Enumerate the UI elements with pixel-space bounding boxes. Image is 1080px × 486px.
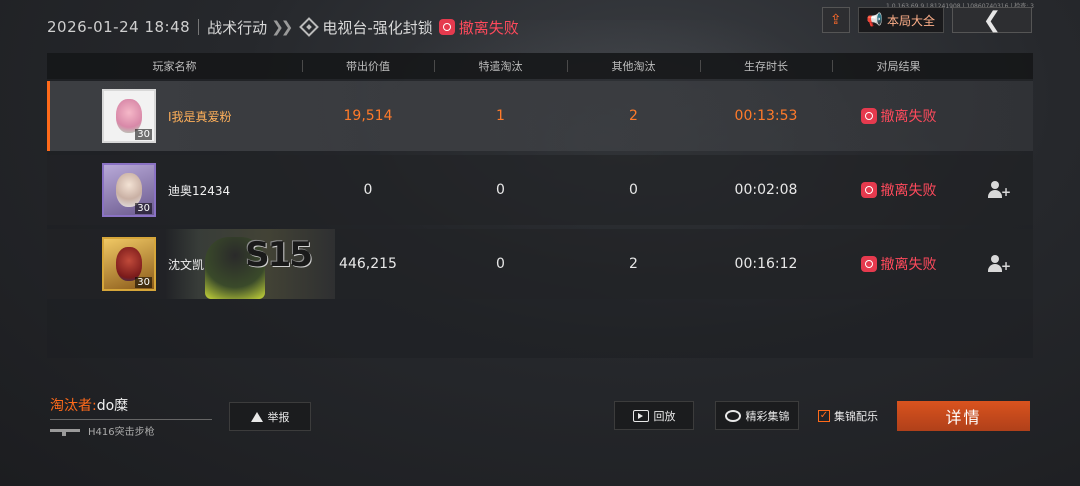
detail-label: 详情 — [945, 408, 982, 427]
col-value: 带出价值 — [302, 58, 434, 74]
bgm-checkbox[interactable]: ✓ — [818, 410, 830, 422]
killer-label: 淘汰者: — [50, 398, 97, 414]
killer-info: 淘汰者:do糜 — [50, 395, 212, 420]
top-toolbar: ⇪ 📢 本局大全 ❮ — [821, 7, 1032, 33]
player-name: I我是真爱粉 — [168, 109, 232, 124]
col-other-kills: 其他淘汰 — [567, 58, 700, 74]
match-result: 撤离失败 — [438, 17, 519, 38]
killer-weapon: H416突击步枪 — [50, 423, 155, 438]
avatar[interactable]: 30 — [102, 237, 156, 291]
table-row[interactable]: 30 迪奥12434 0 0 0 00:02:08 撤离失败 + — [47, 155, 1033, 225]
player-cell: 30 迪奥12434 — [47, 155, 302, 225]
header-divider — [198, 19, 200, 35]
survival-time: 00:16:12 — [734, 256, 798, 272]
table-row[interactable]: 30 I我是真爱粉 19,514 1 2 00:13:53 撤离失败 — [47, 81, 1033, 151]
replay-label: 回放 — [653, 409, 676, 423]
highlights-button[interactable]: 精彩集锦 — [715, 401, 799, 430]
add-friend-icon[interactable]: + — [987, 180, 1011, 200]
bgm-label: 集锦配乐 — [834, 410, 878, 423]
player-cell: S15 30 沈文凯 — [47, 229, 335, 299]
share-icon: ⇪ — [829, 12, 842, 28]
special-kills: 0 — [496, 182, 505, 198]
player-name: 沈文凯 — [168, 257, 205, 272]
back-button[interactable]: ❮ — [952, 7, 1032, 33]
match-datetime: 2026-01-24 18:48 — [47, 18, 191, 36]
result-cell: 撤离失败 — [832, 254, 965, 274]
share-button[interactable]: ⇪ — [821, 7, 850, 33]
rifle-icon — [50, 427, 80, 436]
play-icon — [632, 409, 649, 422]
col-survival: 生存时长 — [700, 58, 832, 74]
result-cell: 撤离失败 — [832, 180, 965, 200]
col-result: 对局结果 — [832, 58, 965, 74]
special-kills: 1 — [496, 108, 505, 124]
report-button[interactable]: 举报 — [229, 402, 311, 431]
actions-cell: + — [965, 254, 1033, 274]
col-special-kills: 特遣淘汰 — [434, 58, 567, 74]
player-level: 30 — [135, 203, 152, 214]
warning-icon — [250, 411, 263, 422]
avatar-image — [116, 99, 142, 133]
survival-time: 00:02:08 — [734, 182, 798, 198]
result-cell: 撤离失败 — [832, 106, 965, 126]
table-row[interactable]: S15 30 沈文凯 446,215 0 2 00:16:12 撤离失败 + — [47, 229, 1033, 299]
result-label: 撤离失败 — [880, 257, 937, 273]
player-name: 迪奥12434 — [168, 183, 231, 198]
result-label: 撤离失败 — [880, 183, 937, 199]
report-label: 举报 — [267, 410, 290, 424]
back-arrow-icon: ❮ — [982, 7, 1002, 33]
map-diamond-icon — [299, 17, 320, 37]
fail-icon — [438, 19, 455, 35]
fail-icon — [860, 182, 877, 198]
megaphone-icon: 📢 — [866, 12, 883, 28]
table-header: 玩家名称 带出价值 特遣淘汰 其他淘汰 生存时长 对局结果 — [47, 53, 1033, 79]
scoreboard-table: 玩家名称 带出价值 特遣淘汰 其他淘汰 生存时长 对局结果 30 I我是真爱粉 … — [47, 53, 1033, 358]
avatar-image — [116, 173, 142, 207]
extracted-value: 0 — [363, 182, 373, 198]
other-kills: 2 — [629, 108, 638, 124]
player-level: 30 — [135, 129, 152, 140]
map-name: 电视台-强化封锁 — [322, 18, 433, 37]
replay-button[interactable]: 回放 — [614, 401, 694, 430]
avatar[interactable]: 30 — [102, 163, 156, 217]
match-summary-label: 本局大全 — [886, 13, 935, 28]
survival-time: 00:13:53 — [734, 108, 798, 124]
special-kills: 0 — [496, 256, 505, 272]
fail-icon — [860, 256, 877, 272]
avatar[interactable]: 30 — [102, 89, 156, 143]
match-mode: 战术行动 — [207, 18, 268, 37]
killer-name[interactable]: do糜 — [97, 398, 128, 414]
player-level: 30 — [135, 277, 152, 288]
fail-icon — [860, 108, 877, 124]
film-reel-icon — [724, 409, 741, 422]
col-player-name: 玩家名称 — [152, 60, 197, 73]
other-kills: 0 — [629, 182, 638, 198]
result-label: 撤离失败 — [880, 109, 937, 125]
weapon-name: H416突击步枪 — [88, 427, 155, 438]
match-summary-button[interactable]: 📢 本局大全 — [857, 7, 944, 33]
player-cell: 30 I我是真爱粉 — [47, 81, 302, 151]
season-badge: S15 — [245, 235, 313, 275]
killer-divider — [50, 419, 212, 420]
add-friend-icon[interactable]: + — [987, 254, 1011, 274]
other-kills: 2 — [629, 256, 638, 272]
chevron-right-icon: ❯❯ — [271, 18, 293, 36]
highlight-music-toggle[interactable]: ✓ 集锦配乐 — [818, 408, 878, 424]
actions-cell: + — [965, 180, 1033, 200]
match-result-label: 撤离失败 — [458, 18, 519, 37]
extracted-value: 19,514 — [343, 108, 393, 124]
highlights-label: 精彩集锦 — [745, 409, 790, 423]
detail-button[interactable]: 详情 — [897, 401, 1030, 431]
avatar-image — [116, 247, 142, 281]
match-header: 2026-01-24 18:48 战术行动 ❯❯ 电视台-强化封锁 撤离失败 — [47, 14, 519, 40]
